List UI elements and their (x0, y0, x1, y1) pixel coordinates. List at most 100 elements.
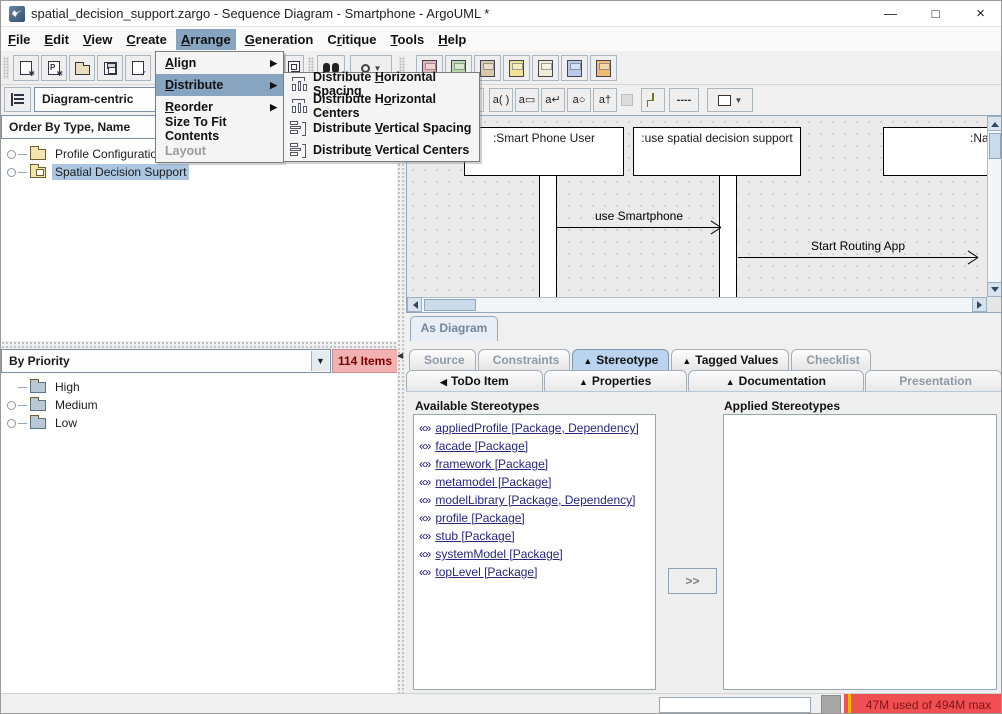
menu-item-distribute[interactable]: Distribute ▶ (156, 74, 283, 96)
tab-checklist[interactable]: Checklist (791, 349, 871, 370)
menu-create[interactable]: Create (121, 29, 171, 50)
tab-presentation[interactable]: Presentation (865, 370, 1001, 391)
minimize-button[interactable]: — (868, 1, 913, 27)
stereotype-link[interactable]: topLevel [Package] (435, 565, 537, 579)
stereotype-list-item[interactable]: «» facade [Package] (414, 437, 655, 455)
tree-item-low[interactable]: Low (1, 414, 397, 432)
message-line[interactable] (738, 257, 978, 258)
vertical-scrollbar[interactable] (987, 116, 1001, 297)
tab-documentation[interactable]: ▲ Documentation (687, 370, 865, 391)
vertical-splitter[interactable]: ◀ (397, 115, 406, 693)
tree-item-spatial-decision-support[interactable]: Spatial Decision Support (1, 163, 397, 181)
scroll-right-button[interactable] (972, 297, 987, 312)
stereotype-list-item[interactable]: «» topLevel [Package] (414, 563, 655, 581)
stereotype-link[interactable]: stub [Package] (435, 529, 514, 543)
close-button[interactable]: × (958, 1, 1001, 27)
stereotype-link[interactable]: systemModel [Package] (435, 547, 562, 561)
add-return-action-button[interactable]: a↵ (541, 88, 565, 112)
tab-properties[interactable]: ▲ Properties (543, 370, 687, 391)
menu-critique[interactable]: Critique (322, 29, 381, 50)
new-deployment-diagram-button[interactable] (590, 55, 617, 81)
collapse-arrow-icon[interactable]: ◀ (397, 351, 403, 360)
menu-tools[interactable]: Tools (385, 29, 429, 50)
new-model-button[interactable]: P ✱ (41, 55, 67, 81)
add-call-action-button[interactable]: a( ) (489, 88, 513, 112)
tab-stereotype[interactable]: ▲ Stereotype (572, 349, 670, 370)
add-destroy-action-button[interactable]: a† (593, 88, 617, 112)
activation-bar[interactable] (539, 176, 557, 297)
menu-view[interactable]: View (78, 29, 117, 50)
expander-icon[interactable] (7, 418, 16, 428)
tree-item-medium[interactable]: Medium (1, 396, 397, 414)
todo-filter-combobox[interactable]: By Priority ▼ (1, 349, 331, 373)
shape-dropdown-button[interactable]: ▼ (707, 88, 753, 112)
vertical-scroll-thumb[interactable] (989, 133, 1001, 159)
menu-item-distribute-vertical-spacing[interactable]: Distribute Vertical Spacing (284, 117, 479, 139)
new-project-button[interactable]: ✱ (13, 55, 39, 81)
guillemets-icon: «» (419, 529, 431, 543)
lifeline-smart-phone-user[interactable]: :Smart Phone User (464, 127, 624, 176)
stereotype-link[interactable]: metamodel [Package] (435, 475, 551, 489)
lifeline-use-spatial-decision-support[interactable]: :use spatial decision support (633, 127, 801, 176)
apply-stereotype-button[interactable]: >> (668, 568, 717, 594)
scroll-left-button[interactable] (407, 297, 422, 312)
stereotype-link[interactable]: appliedProfile [Package, Dependency] (435, 421, 638, 435)
tab-tagged-values[interactable]: ▲ Tagged Values (671, 349, 790, 370)
scroll-up-button[interactable] (987, 116, 1001, 131)
perspective-config-button[interactable] (4, 87, 31, 112)
new-activity-diagram-button[interactable] (532, 55, 559, 81)
stereotype-link[interactable]: modelLibrary [Package, Dependency] (435, 493, 635, 507)
menu-arrange[interactable]: Arrange (175, 28, 236, 50)
tab-source[interactable]: Source (409, 349, 476, 370)
stereotype-link[interactable]: profile [Package] (435, 511, 524, 525)
add-send-action-button[interactable]: a○ (567, 88, 591, 112)
save-project-button[interactable] (97, 55, 123, 81)
open-project-button[interactable] (69, 55, 95, 81)
new-sequence-diagram-button[interactable] (561, 55, 588, 81)
stereotype-list-item[interactable]: «» stub [Package] (414, 527, 655, 545)
stereotype-list-item[interactable]: «» framework [Package] (414, 455, 655, 473)
menu-file[interactable]: File (3, 29, 35, 50)
tab-as-diagram[interactable]: As Diagram (410, 316, 498, 341)
horizontal-scroll-thumb[interactable] (424, 299, 476, 311)
menu-edit[interactable]: Edit (39, 29, 74, 50)
scroll-down-button[interactable] (987, 282, 1001, 297)
stereotype-list-item[interactable]: «» profile [Package] (414, 509, 655, 527)
expander-icon[interactable] (7, 149, 16, 159)
lifeline-nav[interactable]: :Nav (883, 127, 987, 176)
stereotype-list-item[interactable]: «» modelLibrary [Package, Dependency] (414, 491, 655, 509)
tree-item-high[interactable]: High (1, 378, 397, 396)
stereotype-list-item[interactable]: «» metamodel [Package] (414, 473, 655, 491)
stereotype-link[interactable]: facade [Package] (435, 439, 528, 453)
menu-item-distribute-horizontal-centers[interactable]: Distribute Horizontal Centers (284, 92, 479, 120)
explorer-tree: Profile Configuration Spatial Decision S… (1, 139, 397, 341)
menu-item-align[interactable]: Align ▶ (156, 52, 283, 74)
menu-help[interactable]: Help (433, 29, 471, 50)
add-comment-link-button[interactable]: ---- (669, 88, 699, 112)
stereotype-list-item[interactable]: «» appliedProfile [Package, Dependency] (414, 419, 655, 437)
combo-arrow-icon[interactable]: ▼ (311, 351, 329, 371)
tab-todo-item[interactable]: ◀ ToDo Item (406, 370, 543, 391)
expander-icon[interactable] (7, 167, 16, 177)
menu-generation[interactable]: Generation (240, 29, 319, 50)
maximize-button[interactable]: □ (913, 1, 958, 27)
menu-item-size-to-fit-contents[interactable]: Size To Fit Contents (156, 115, 283, 143)
sequence-diagram-canvas[interactable]: :Smart Phone User :use spatial decision … (407, 116, 987, 297)
tab-constraints[interactable]: Constraints (477, 349, 571, 370)
toolbar-grip[interactable] (3, 57, 9, 79)
horizontal-splitter[interactable] (1, 341, 398, 349)
new-state-diagram-button[interactable] (503, 55, 530, 81)
message-label[interactable]: Start Routing App (738, 239, 978, 253)
print-button[interactable]: ✓ (125, 55, 151, 81)
horizontal-scrollbar[interactable] (407, 297, 987, 312)
expander-icon[interactable] (7, 400, 16, 410)
add-create-action-button[interactable]: a▭ (515, 88, 539, 112)
message-line[interactable] (557, 227, 721, 228)
add-note-button[interactable] (641, 88, 665, 112)
applied-stereotypes-list[interactable] (723, 414, 997, 690)
menu-item-distribute-vertical-centers[interactable]: Distribute Vertical Centers (284, 139, 479, 161)
activation-bar[interactable] (719, 176, 737, 297)
message-label[interactable]: use Smartphone (557, 209, 721, 223)
stereotype-link[interactable]: framework [Package] (435, 457, 548, 471)
stereotype-list-item[interactable]: «» systemModel [Package] (414, 545, 655, 563)
